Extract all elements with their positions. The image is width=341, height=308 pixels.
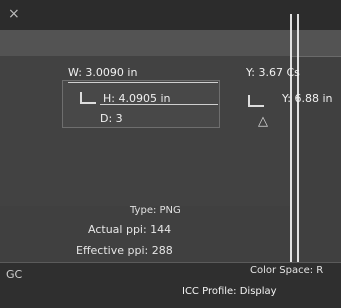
triangle-icon: △ — [258, 114, 268, 129]
color-space: Color Space: R — [250, 265, 324, 276]
gc-label: GC — [6, 268, 23, 281]
icc-profile: ICC Profile: Display — [182, 286, 277, 297]
width-underline — [68, 82, 218, 83]
image-info-panel: × W: 3.0090 in H: 4.0905 in D: 3 Y: 3.67… — [0, 0, 341, 308]
y-icon — [248, 95, 264, 107]
height-underline — [100, 104, 218, 105]
width-label: W: 3.0090 in — [68, 66, 138, 79]
depth-label: D: 3 — [100, 112, 123, 125]
close-icon[interactable]: × — [8, 6, 20, 22]
actual-ppi: Actual ppi: 144 — [88, 223, 172, 236]
file-type: Type: PNG — [130, 205, 181, 216]
height-icon — [80, 92, 96, 104]
effective-ppi: Effective ppi: 288 — [76, 244, 173, 257]
